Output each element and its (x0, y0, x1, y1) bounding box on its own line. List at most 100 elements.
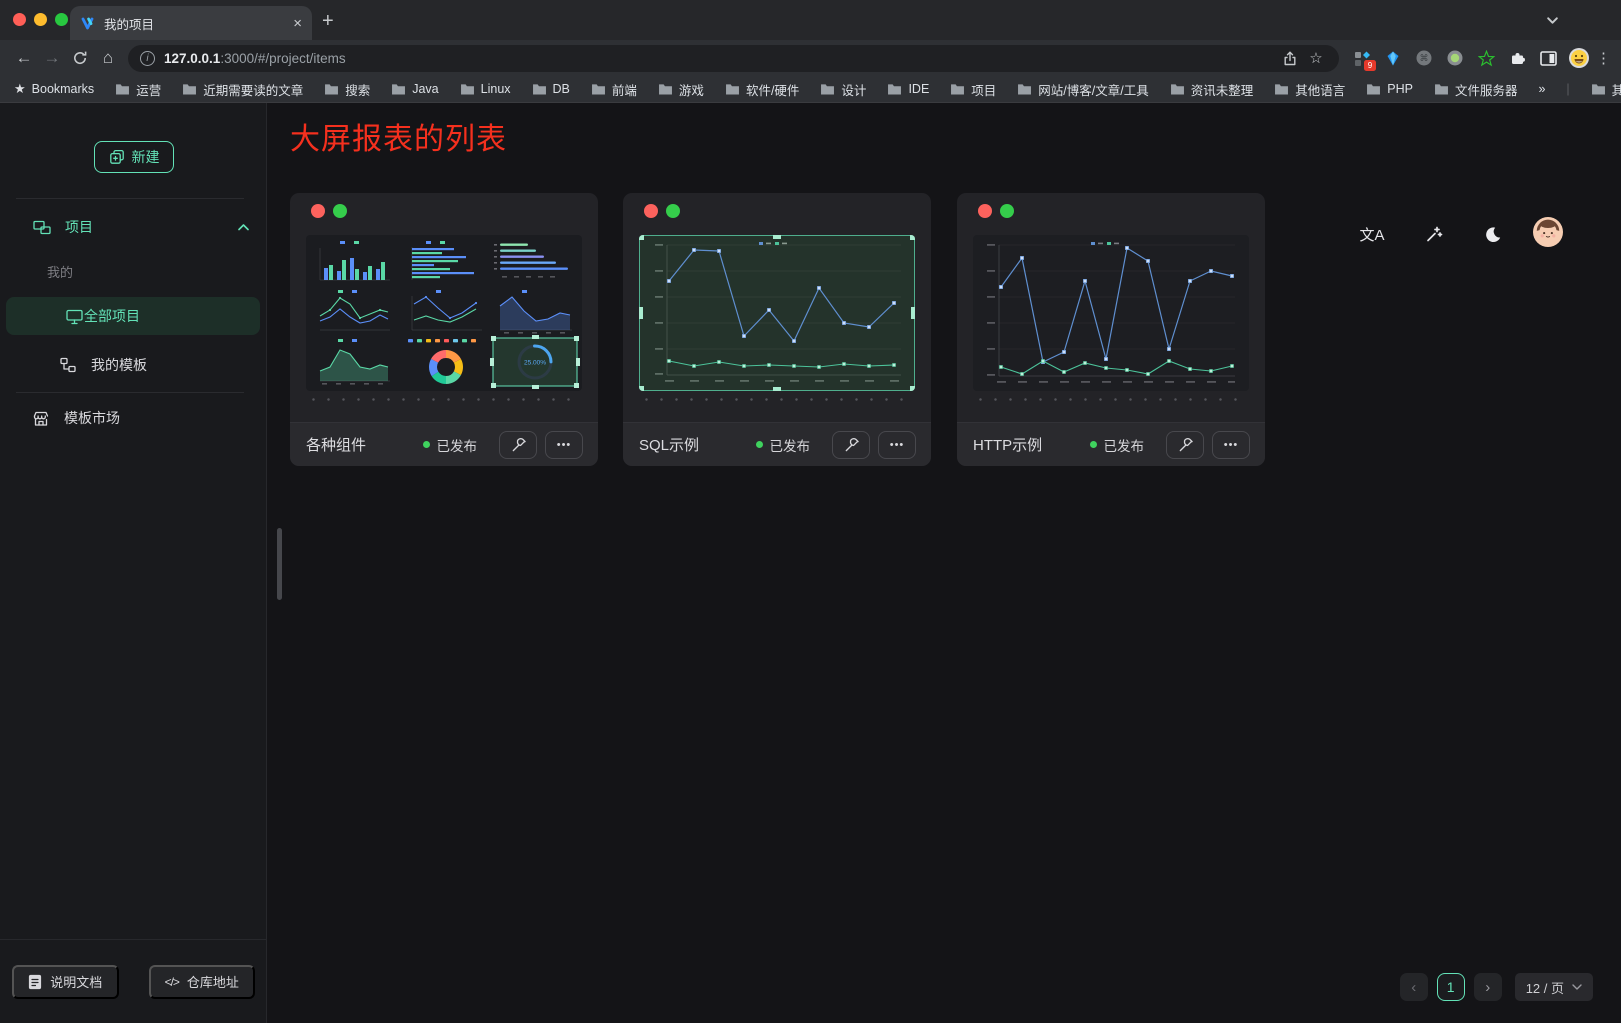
side-panel-icon[interactable] (1537, 47, 1559, 69)
magic-wand-icon[interactable] (1420, 221, 1446, 247)
extension-star-icon[interactable] (1475, 47, 1497, 69)
window-minimize-button[interactable] (34, 13, 47, 26)
bookmark-folder[interactable]: 游戏 (658, 80, 704, 99)
tab-search-chevron-icon[interactable] (1546, 14, 1559, 27)
bookmark-folder[interactable]: Java (391, 82, 438, 96)
chevron-up-icon[interactable] (238, 224, 249, 231)
sidebar-footer: 说明文档 </> 仓库地址 (0, 939, 267, 1023)
tab-close-icon[interactable]: × (293, 15, 302, 32)
templates-icon (59, 356, 77, 374)
status-badge: 已发布 (1090, 435, 1145, 455)
other-bookmarks[interactable]: 其他书签 (1591, 80, 1621, 99)
bookmark-folder[interactable]: IDE (887, 82, 929, 96)
bookmark-folder[interactable]: DB (532, 82, 570, 96)
bookmark-folder[interactable]: 近期需要读的文章 (182, 80, 303, 99)
project-title: 各种组件 (306, 434, 423, 455)
folder-icon (1274, 83, 1289, 95)
sidebar-item-all-projects[interactable]: 全部项目 (6, 297, 260, 335)
bookmark-folder[interactable]: 网站/博客/文章/工具 (1017, 80, 1148, 99)
http-green-series (1001, 361, 1232, 374)
translate-icon[interactable]: 文A (1359, 221, 1385, 247)
scrollbar-thumb[interactable] (277, 528, 282, 600)
repo-button[interactable]: </> 仓库地址 (149, 965, 256, 999)
forward-button[interactable]: → (38, 44, 66, 72)
new-copy-icon (109, 149, 125, 165)
edit-hammer-button[interactable] (832, 431, 870, 459)
page-size-select[interactable]: 12 / 页 (1515, 973, 1593, 1001)
bookmark-folder[interactable]: Linux (460, 82, 511, 96)
card-green-dot (666, 204, 680, 218)
goview-app: 新建 项目 我的 全部项目 我的模板 模板市场 说明文档 (0, 103, 1621, 1023)
preview-legend (759, 242, 787, 245)
user-avatar[interactable] (1533, 217, 1563, 247)
project-preview[interactable]: 25.00% (306, 235, 582, 391)
bookmark-folder[interactable]: 资讯未整理 (1170, 80, 1254, 99)
bookmark-folder[interactable]: 设计 (820, 80, 866, 99)
bookmark-folder[interactable]: PHP (1366, 82, 1413, 96)
site-info-icon[interactable]: i (140, 51, 155, 66)
bookmark-folder[interactable]: 搜索 (324, 80, 370, 99)
bookmark-folder[interactable]: 运营 (115, 80, 161, 99)
card-green-dot (333, 204, 347, 218)
browser-menu-icon[interactable]: ⋮ (1596, 49, 1611, 67)
extension-grid-icon[interactable]: 9 (1351, 47, 1373, 69)
window-zoom-button[interactable] (55, 13, 68, 26)
extensions-puzzle-icon[interactable] (1506, 47, 1528, 69)
sidebar-item-my-templates[interactable]: 我的模板 (0, 349, 266, 381)
window-close-button[interactable] (13, 13, 26, 26)
edit-hammer-button[interactable] (1166, 431, 1204, 459)
more-actions-button[interactable]: ••• (545, 431, 583, 459)
bookmarks-overflow-chevron[interactable]: » (1538, 82, 1545, 96)
bookmarks-manager[interactable]: ★Bookmarks (14, 81, 94, 97)
docs-button[interactable]: 说明文档 (12, 965, 119, 999)
bookmark-folder[interactable]: 前端 (591, 80, 637, 99)
folder-icon (820, 83, 835, 95)
address-bar[interactable]: i 127.0.0.1:3000/#/project/items ☆ (128, 45, 1339, 72)
folder-icon (725, 83, 740, 95)
current-page-button[interactable]: 1 (1437, 973, 1465, 1001)
sidebar-item-template-market[interactable]: 模板市场 (0, 402, 266, 434)
pagination: ‹ 1 › 12 / 页 (1400, 973, 1593, 1001)
status-dot (1090, 441, 1097, 448)
browser-tab[interactable]: 我的项目 × (70, 6, 312, 40)
edit-hammer-button[interactable] (499, 431, 537, 459)
preview-legend (1091, 242, 1119, 245)
extension-circle-icon[interactable] (1444, 47, 1466, 69)
extension-gem-icon[interactable] (1382, 47, 1404, 69)
dotted-divider (306, 398, 582, 401)
more-actions-button[interactable]: ••• (878, 431, 916, 459)
bookmark-folder[interactable]: 软件/硬件 (725, 80, 799, 99)
sidebar-group-projects[interactable]: 项目 (0, 211, 266, 243)
extensions-row: 9 ⌘ (1351, 47, 1590, 69)
extension-command-icon[interactable]: ⌘ (1413, 47, 1435, 69)
more-icon: ••• (890, 439, 905, 451)
bookmark-folder[interactable]: 文件服务器 (1434, 80, 1518, 99)
url-host: 127.0.0.1 (164, 51, 220, 66)
new-project-button[interactable]: 新建 (94, 141, 174, 173)
folder-icon (391, 83, 406, 95)
prev-page-button[interactable]: ‹ (1400, 973, 1428, 1001)
home-button[interactable]: ⌂ (94, 44, 122, 72)
dark-mode-moon-icon[interactable] (1479, 221, 1505, 247)
dotted-divider (973, 398, 1249, 401)
sql-blue-series (669, 250, 894, 341)
next-page-button[interactable]: › (1474, 973, 1502, 1001)
status-badge: 已发布 (423, 435, 478, 455)
project-preview[interactable] (973, 235, 1249, 391)
bookmark-star-icon[interactable]: ☆ (1303, 49, 1329, 67)
browser-tab-strip: 我的项目 × + (0, 0, 1621, 40)
project-preview[interactable] (639, 235, 915, 391)
folder-icon (950, 83, 965, 95)
project-title: SQL示例 (639, 434, 756, 455)
back-button[interactable]: ← (10, 44, 38, 72)
new-tab-button[interactable]: + (322, 9, 334, 33)
share-icon[interactable] (1277, 50, 1303, 67)
extension-badge: 9 (1364, 60, 1376, 71)
reload-button[interactable] (66, 44, 94, 72)
bookmarks-bar: ★Bookmarks 运营 近期需要读的文章 搜索 Java Linux DB … (0, 76, 1621, 103)
profile-avatar-emoji[interactable] (1568, 47, 1590, 69)
bookmark-folder[interactable]: 其他语言 (1274, 80, 1345, 99)
more-actions-button[interactable]: ••• (1212, 431, 1250, 459)
more-icon: ••• (1224, 439, 1239, 451)
bookmark-folder[interactable]: 项目 (950, 80, 996, 99)
